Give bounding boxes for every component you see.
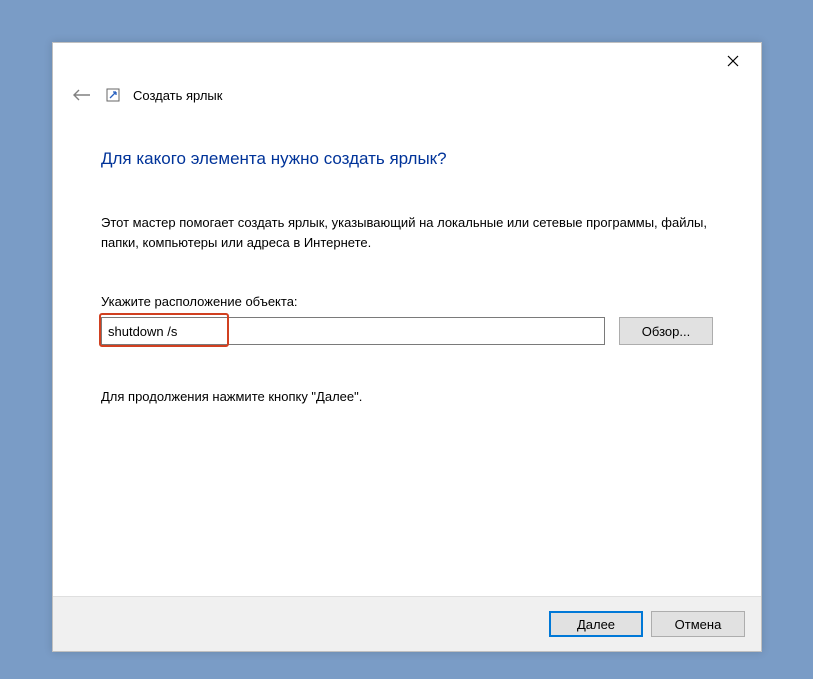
dialog-heading: Для какого элемента нужно создать ярлык?	[101, 149, 713, 169]
dialog-content: Для какого элемента нужно создать ярлык?…	[53, 119, 761, 596]
header-row: Создать ярлык	[53, 79, 761, 119]
titlebar	[53, 43, 761, 79]
close-button[interactable]	[717, 48, 749, 74]
wizard-title: Создать ярлык	[133, 88, 222, 103]
dialog-footer: Далее Отмена	[53, 596, 761, 651]
close-icon	[727, 55, 739, 67]
back-button[interactable]	[73, 88, 91, 102]
cancel-button[interactable]: Отмена	[651, 611, 745, 637]
next-button[interactable]: Далее	[549, 611, 643, 637]
create-shortcut-dialog: Создать ярлык Для какого элемента нужно …	[52, 42, 762, 652]
location-label: Укажите расположение объекта:	[101, 294, 713, 309]
input-row: Обзор...	[101, 317, 713, 345]
browse-button[interactable]: Обзор...	[619, 317, 713, 345]
shortcut-icon	[105, 87, 121, 103]
back-arrow-icon	[73, 88, 91, 102]
location-input[interactable]	[101, 317, 605, 345]
continue-text: Для продолжения нажмите кнопку "Далее".	[101, 389, 713, 404]
dialog-description: Этот мастер помогает создать ярлык, указ…	[101, 213, 713, 252]
